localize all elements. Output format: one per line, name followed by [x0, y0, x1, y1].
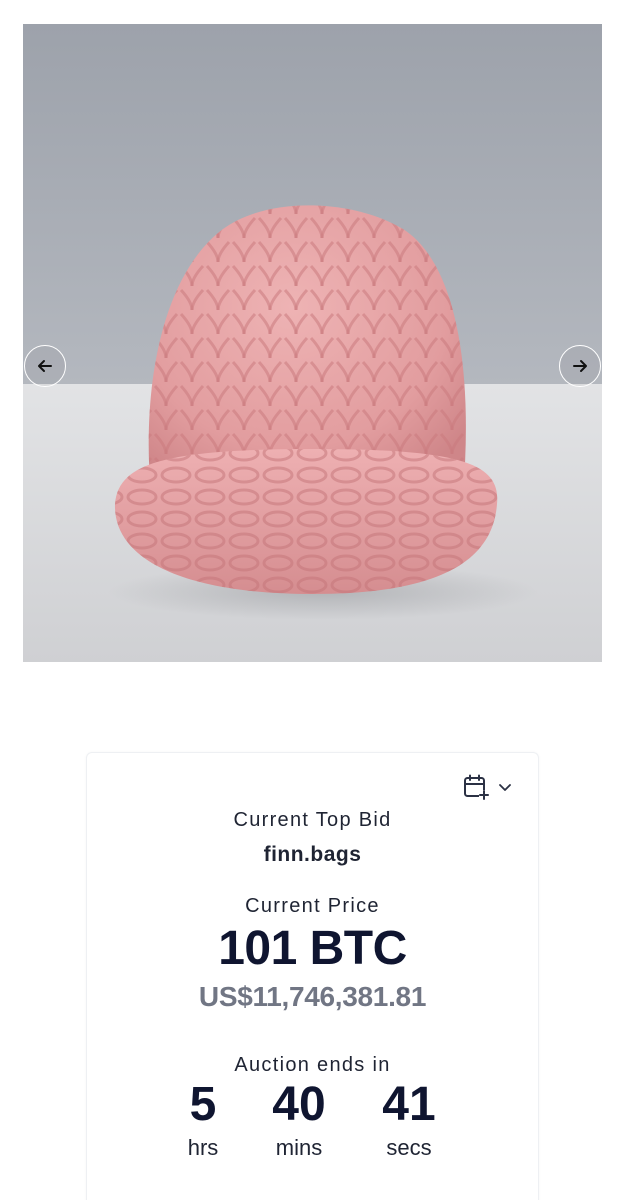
countdown-minutes: 40 mins [249, 1077, 349, 1161]
chevron-down-icon [498, 780, 512, 794]
countdown-seconds-unit: secs [386, 1135, 432, 1160]
countdown-hours-value: 5 [189, 1078, 217, 1131]
auction-page: Current Top Bid finn.bags Current Price … [0, 0, 625, 1200]
countdown-minutes-value: 40 [272, 1078, 326, 1131]
calendar-plus-icon [462, 773, 490, 801]
image-carousel [23, 24, 602, 662]
countdown-timer: 5 hrs 40 mins 41 secs [87, 1077, 538, 1177]
carousel-prev-button[interactable] [24, 345, 66, 387]
price-usd: US$11,746,381.81 [198, 981, 427, 1012]
countdown-hours-unit: hrs [187, 1135, 219, 1160]
countdown-seconds: 41 secs [359, 1077, 459, 1161]
add-to-calendar-dropdown[interactable] [462, 773, 512, 801]
auction-ends-label: Auction ends in [234, 1054, 391, 1076]
product-photo [23, 24, 602, 662]
arrow-right-icon [570, 356, 590, 376]
countdown-hours: 5 hrs [153, 1077, 253, 1161]
auction-card: Current Top Bid finn.bags Current Price … [86, 752, 539, 1200]
current-price: 101 BTC [218, 922, 407, 975]
countdown-minutes-unit: mins [275, 1135, 323, 1160]
top-bid-label: Current Top Bid [233, 809, 392, 831]
countdown-seconds-value: 41 [382, 1078, 436, 1131]
top-bidder-name: finn.bags [263, 843, 362, 866]
price-label: Current Price [245, 895, 380, 917]
carousel-next-button[interactable] [559, 345, 601, 387]
arrow-left-icon [35, 356, 55, 376]
